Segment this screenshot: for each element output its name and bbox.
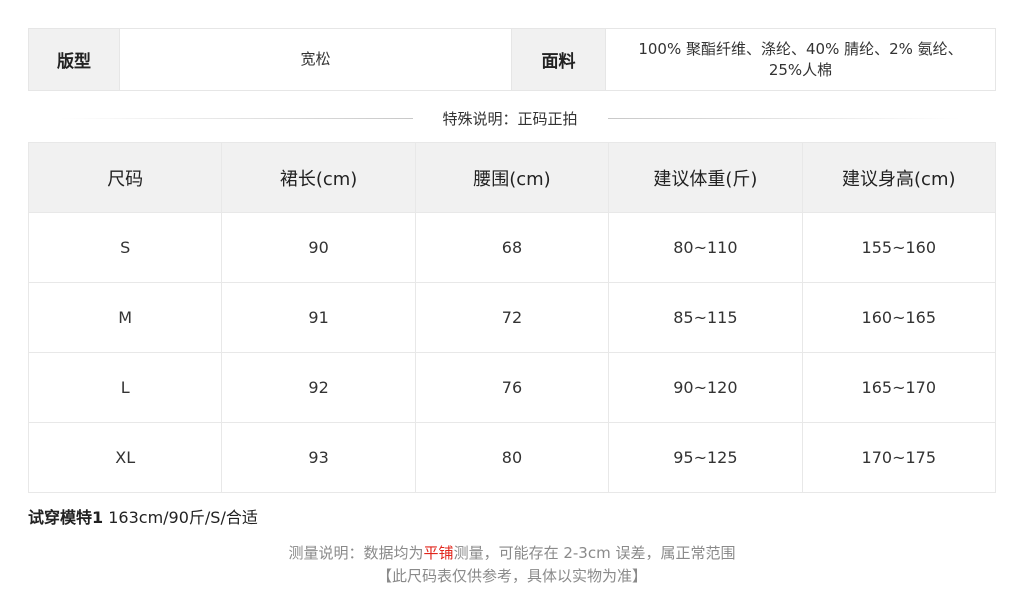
measurement-note-highlight: 平铺	[423, 544, 454, 562]
fabric-value: 100% 聚酯纤维、涤纶、40% 腈纶、2% 氨纶、 25%人棉	[605, 29, 995, 90]
measurement-note-post: 测量，可能存在 2-3cm 误差，属正常范围	[453, 544, 736, 562]
cell-weight: 80~110	[608, 212, 803, 283]
table-row: L 92 76 90~120 165~170	[27, 352, 997, 423]
cell-skirt-length: 90	[221, 212, 416, 283]
divider-right	[607, 117, 961, 119]
cell-size: XL	[27, 422, 223, 493]
cell-waist: 72	[414, 282, 610, 353]
cell-height: 165~170	[801, 352, 997, 423]
product-info-table: 版型 宽松 面料 100% 聚酯纤维、涤纶、40% 腈纶、2% 氨纶、 25%人…	[28, 28, 996, 91]
header-skirt-length: 裙长(cm)	[221, 142, 416, 213]
measurement-note: 测量说明：数据均为平铺测量，可能存在 2-3cm 误差，属正常范围	[0, 542, 1024, 563]
divider-left	[60, 117, 413, 119]
model-label: 试穿模特1	[28, 508, 104, 527]
cell-height: 170~175	[801, 422, 997, 493]
cell-size: S	[27, 212, 223, 283]
cell-waist: 80	[414, 422, 610, 493]
fabric-value-line1: 100% 聚酯纤维、涤纶、40% 腈纶、2% 氨纶、	[638, 39, 963, 58]
fabric-label: 面料	[511, 29, 605, 90]
fit-value: 宽松	[119, 29, 511, 90]
model-fit-note: 试穿模特1 163cm/90斤/S/合适	[28, 504, 258, 528]
fabric-value-line2: 25%人棉	[768, 60, 833, 79]
cell-size: L	[27, 352, 223, 423]
cell-weight: 90~120	[608, 352, 803, 423]
special-note: 特殊说明：正码正拍	[442, 109, 578, 128]
cell-skirt-length: 93	[221, 422, 416, 493]
header-waist: 腰围(cm)	[414, 142, 610, 213]
cell-weight: 85~115	[608, 282, 803, 353]
fit-label: 版型	[29, 29, 119, 90]
size-chart-table: 尺码 裙长(cm) 腰围(cm) 建议体重(斤) 建议身高(cm) S 90 6…	[27, 142, 997, 493]
size-chart-header-row: 尺码 裙长(cm) 腰围(cm) 建议体重(斤) 建议身高(cm)	[27, 142, 997, 213]
header-size: 尺码	[27, 142, 223, 213]
table-row: XL 93 80 95~125 170~175	[27, 422, 997, 493]
model-value: 163cm/90斤/S/合适	[103, 508, 258, 527]
table-row: S 90 68 80~110 155~160	[27, 212, 997, 283]
cell-waist: 76	[414, 352, 610, 423]
header-recommended-height: 建议身高(cm)	[801, 142, 997, 213]
cell-height: 155~160	[801, 212, 997, 283]
measurement-note-pre: 测量说明：数据均为	[288, 544, 424, 562]
cell-height: 160~165	[801, 282, 997, 353]
cell-skirt-length: 92	[221, 352, 416, 423]
cell-size: M	[27, 282, 223, 353]
cell-weight: 95~125	[608, 422, 803, 493]
header-recommended-weight: 建议体重(斤)	[608, 142, 803, 213]
table-row: M 91 72 85~115 160~165	[27, 282, 997, 353]
cell-waist: 68	[414, 212, 610, 283]
reference-disclaimer: 【此尺码表仅供参考，具体以实物为准】	[376, 567, 647, 585]
cell-skirt-length: 91	[221, 282, 416, 353]
special-note-row: 特殊说明：正码正拍	[60, 106, 961, 130]
